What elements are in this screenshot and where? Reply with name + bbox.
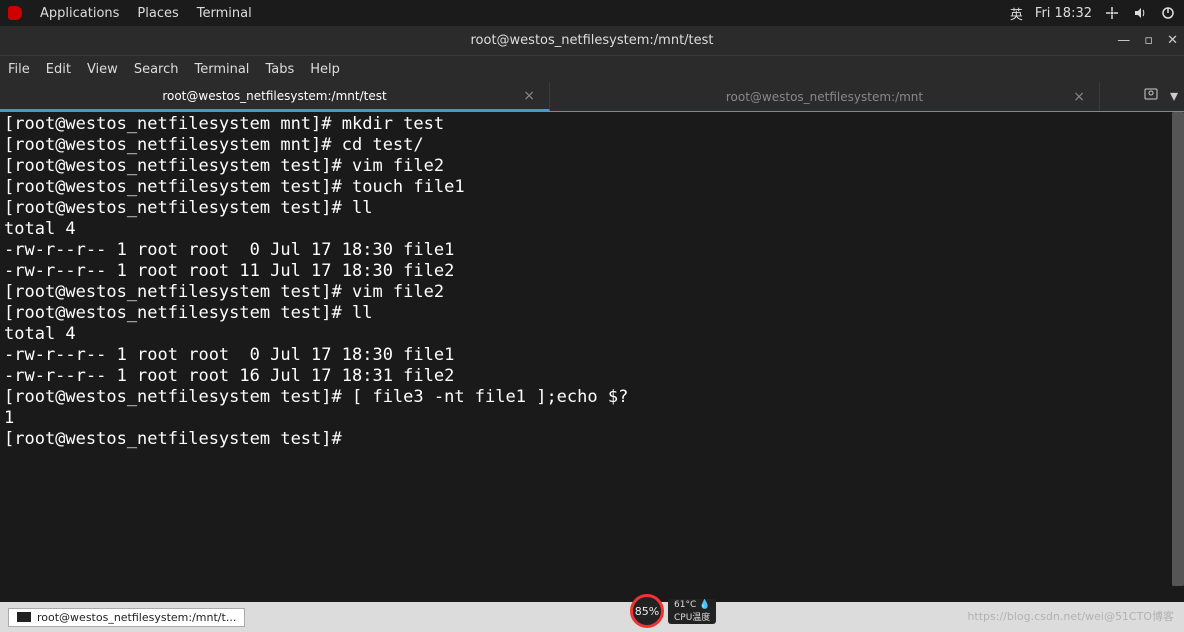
menu-applications[interactable]: Applications — [40, 6, 119, 21]
window-title: root@westos_netfilesystem:/mnt/test — [470, 33, 713, 48]
window-minimize-button[interactable]: — — [1117, 33, 1130, 48]
menu-search[interactable]: Search — [134, 62, 179, 77]
cpu-temp: 61°C 💧 — [674, 600, 710, 610]
redhat-icon — [8, 6, 22, 20]
volume-icon[interactable] — [1132, 5, 1148, 21]
terminal-output[interactable]: [root@westos_netfilesystem mnt]# mkdir t… — [0, 112, 1184, 592]
menu-view[interactable]: View — [87, 62, 118, 77]
terminal-tabstrip: root@westos_netfilesystem:/mnt/test × ro… — [0, 82, 1184, 112]
cpu-temp-label: CPU温度 — [674, 610, 710, 623]
menu-tabs[interactable]: Tabs — [265, 62, 294, 77]
menu-terminal-item[interactable]: Terminal — [194, 62, 249, 77]
window-titlebar[interactable]: root@westos_netfilesystem:/mnt/test — ▫ … — [0, 26, 1184, 56]
menu-places[interactable]: Places — [137, 6, 178, 21]
taskbar-item-label: root@westos_netfilesystem:/mnt/t... — [37, 611, 236, 624]
window-close-button[interactable]: ✕ — [1167, 33, 1178, 48]
clock[interactable]: Fri 18:32 — [1035, 6, 1092, 21]
tab-active[interactable]: root@westos_netfilesystem:/mnt/test × — [0, 82, 550, 111]
terminal-scrollbar[interactable] — [1172, 112, 1184, 586]
menu-edit[interactable]: Edit — [46, 62, 71, 77]
new-tab-profile-icon[interactable] — [1144, 86, 1160, 105]
terminal-icon — [17, 612, 31, 622]
menu-file[interactable]: File — [8, 62, 30, 77]
watermark: https://blog.csdn.net/wei@51CTO博客 — [967, 608, 1174, 624]
network-icon[interactable] — [1104, 5, 1120, 21]
cpu-gauge-widget[interactable]: 85% 61°C 💧 CPU温度 — [630, 594, 716, 628]
tab-close-icon[interactable]: × — [1073, 89, 1085, 105]
tab-close-icon[interactable]: × — [523, 88, 535, 104]
tab-active-label: root@westos_netfilesystem:/mnt/test — [162, 89, 386, 103]
scroll-thumb[interactable] — [1172, 112, 1184, 586]
tab-inactive[interactable]: root@westos_netfilesystem:/mnt × — [550, 82, 1100, 111]
desktop-topbar: Applications Places Terminal 英 Fri 18:32 — [0, 0, 1184, 26]
menu-terminal[interactable]: Terminal — [197, 6, 252, 21]
tab-inactive-label: root@westos_netfilesystem:/mnt — [726, 90, 923, 104]
menu-help[interactable]: Help — [310, 62, 340, 77]
tab-menu-chevron-icon[interactable]: ▾ — [1170, 86, 1178, 105]
cpu-usage-gauge: 85% — [630, 594, 664, 628]
input-language[interactable]: 英 — [1010, 4, 1023, 23]
power-icon[interactable] — [1160, 5, 1176, 21]
window-maximize-button[interactable]: ▫ — [1144, 33, 1153, 48]
terminal-menubar: File Edit View Search Terminal Tabs Help — [0, 56, 1184, 82]
taskbar-item-terminal[interactable]: root@westos_netfilesystem:/mnt/t... — [8, 608, 245, 627]
